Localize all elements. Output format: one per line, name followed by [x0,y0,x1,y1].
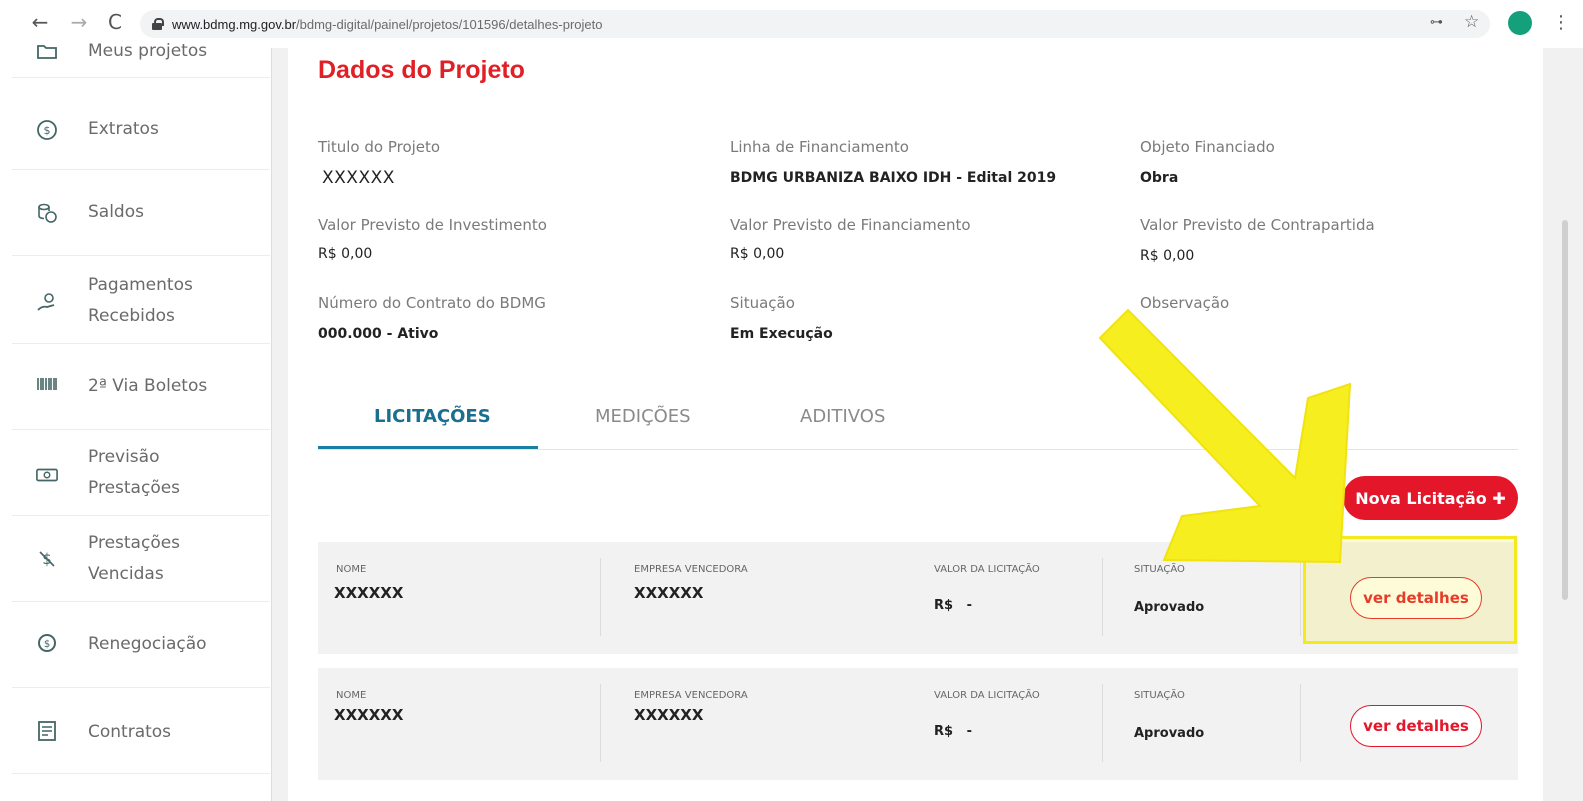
cell-nome: XXXXXX [334,584,404,602]
column-divider [600,684,601,762]
field-label-financiamento: Valor Previsto de Financiamento [730,216,971,234]
col-header-valor: VALOR DA LICITAÇÃO [934,690,1040,701]
dollar-slash-icon: $ [36,548,58,570]
column-divider [1102,684,1103,762]
cell-valor: R$ - [934,724,973,739]
address-bar[interactable]: www.bdmg.mg.gov.br/bdmg-digital/painel/p… [140,10,1490,38]
field-value-contrapartida: R$ 0,00 [1140,248,1195,264]
col-header-situacao: SITUAÇÃO [1134,690,1185,701]
sidebar-item-contratos[interactable]: Contratos [12,688,270,774]
browser-menu-icon[interactable]: ⋮ [1552,12,1570,33]
banknote-icon [36,464,58,486]
sidebar-item-label: Meus projetos [88,41,208,61]
sidebar-item-previsao-prestacoes[interactable]: Previsão Prestações [12,430,270,516]
table-row: NOME XXXXXX EMPRESA VENCEDORA XXXXXX VAL… [318,668,1518,780]
field-label-investimento: Valor Previsto de Investimento [318,216,547,234]
field-value-investimento: R$ 0,00 [318,246,373,262]
cell-situacao: Aprovado [1134,600,1205,615]
sidebar-item-label: Prestações Vencidas [88,533,181,584]
profile-avatar[interactable] [1508,11,1532,35]
field-value-financiamento: R$ 0,00 [730,246,785,262]
cell-empresa: XXXXXX [634,706,704,724]
col-header-nome: NOME [336,564,367,575]
cell-situacao: Aprovado [1134,726,1205,741]
dollar-coin-icon: $ [36,119,58,141]
field-label-contrapartida: Valor Previsto de Contrapartida [1140,216,1375,234]
sidebar-item-label: Extratos [88,119,159,139]
key-icon[interactable]: ⊶ [1430,15,1443,30]
page-title: Dados do Projeto [318,56,525,84]
sidebar-item-label: Contratos [88,722,172,742]
sidebar-item-prestacoes-vencidas[interactable]: $ Prestações Vencidas [12,516,270,602]
folder-icon [36,40,58,62]
sidebar-item-pagamentos-recebidos[interactable]: Pagamentos Recebidos [12,256,270,344]
sidebar-item-renegociacao[interactable]: $ Renegociação [12,602,270,688]
field-value-titulo: XXXXXX [322,168,395,188]
cell-nome: XXXXXX [334,706,404,724]
coin-cycle-icon: $ [36,632,58,654]
field-label-linha: Linha de Financiamento [730,138,909,156]
field-label-contrato: Número do Contrato do BDMG [318,294,546,312]
sidebar-item-label: 2ª Via Boletos [88,376,208,396]
sidebar-item-extratos[interactable]: $ Extratos [12,90,270,170]
coins-icon [36,202,58,224]
yellow-arrow-icon [1098,308,1352,564]
column-divider [1300,684,1301,762]
field-value-objeto: Obra [1140,170,1179,186]
tab-aditivos[interactable]: ADITIVOS [800,406,885,427]
field-label-objeto: Objeto Financiado [1140,138,1275,156]
document-icon [36,720,58,742]
column-divider [600,558,601,636]
sidebar-item-meus-projetos[interactable]: Meus projetos [12,22,270,78]
field-value-linha: BDMG URBANIZA BAIXO IDH - Edital 2019 [730,170,1057,186]
field-label-situacao: Situação [730,294,795,312]
col-header-empresa: EMPRESA VENCEDORA [634,690,748,701]
svg-text:$: $ [44,639,50,650]
scrollbar-thumb[interactable] [1562,220,1568,600]
sidebar-item-label: Previsão Prestações [88,447,181,498]
col-header-empresa: EMPRESA VENCEDORA [634,564,748,575]
cell-valor: R$ - [934,598,973,613]
barcode-icon [36,374,58,396]
ver-detalhes-button[interactable]: ver detalhes [1350,705,1482,747]
col-header-nome: NOME [336,690,367,701]
sidebar: Meus projetos $ Extratos Saldos Pagament… [0,41,272,801]
cell-empresa: XXXXXX [634,584,704,602]
star-icon[interactable]: ☆ [1464,12,1479,32]
hand-coin-icon [36,292,58,314]
sidebar-item-label: Saldos [88,202,144,222]
tab-licitacoes[interactable]: LICITAÇÕES [374,406,491,427]
field-value-situacao: Em Execução [730,326,833,342]
sidebar-item-label: Pagamentos Recebidos [88,275,193,326]
svg-text:$: $ [44,124,51,137]
field-label-titulo: Titulo do Projeto [318,138,441,156]
tab-medicoes[interactable]: MEDIÇÕES [595,406,691,427]
sidebar-item-saldos[interactable]: Saldos [12,170,270,256]
sidebar-item-label: Renegociação [88,634,207,654]
url-path: /bdmg-digital/painel/projetos/101596/det… [296,16,603,32]
sidebar-item-2-via-boletos[interactable]: 2ª Via Boletos [12,344,270,430]
field-value-contrato: 000.000 - Ativo [318,326,439,342]
col-header-valor: VALOR DA LICITAÇÃO [934,564,1040,575]
active-tab-indicator [318,446,538,449]
